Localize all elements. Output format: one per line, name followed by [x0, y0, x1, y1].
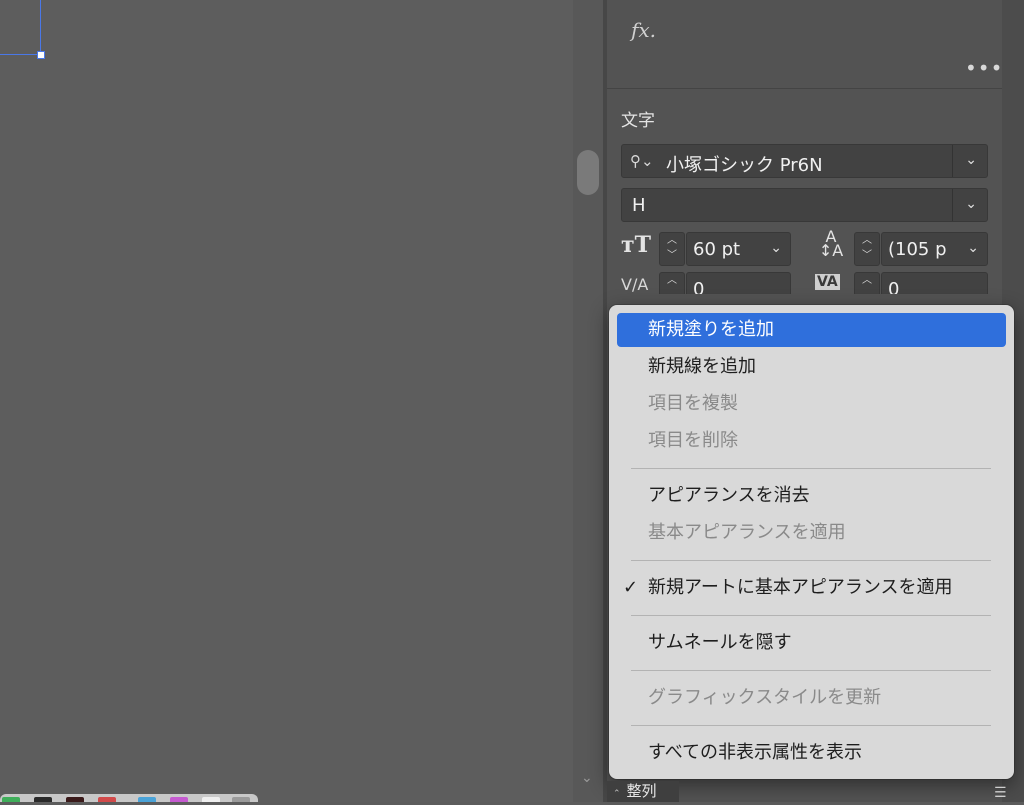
chevron-down-icon[interactable]: ⌄ — [581, 770, 593, 786]
chevron-down-icon[interactable]: ⌄ — [967, 240, 979, 256]
menu-separator — [631, 615, 991, 616]
font-size-value: 60 pt — [693, 239, 741, 260]
chevron-down-icon[interactable]: ⌄ — [965, 152, 977, 168]
character-section-title: 文字 — [621, 111, 655, 131]
font-style-select[interactable]: H ⌄ — [621, 188, 988, 222]
resize-handle[interactable] — [37, 51, 45, 59]
menu-separator — [631, 468, 991, 469]
menu-item-add-fill[interactable]: 新規塗りを追加 — [617, 313, 1006, 347]
tracking-stepper[interactable]: ︿ — [854, 272, 880, 294]
leading-value: (105 p — [888, 239, 947, 260]
menu-separator — [631, 560, 991, 561]
dock-app-icon[interactable] — [98, 797, 116, 802]
menu-item-clear-appearance[interactable]: アピアランスを消去 — [617, 479, 1006, 513]
font-family-select[interactable]: ⚲⌄ 小塚ゴシック Pr6N ⌄ — [621, 144, 988, 178]
chevron-down-icon[interactable]: ⌄ — [770, 240, 782, 256]
font-style-value: H — [632, 195, 646, 216]
more-options-icon[interactable]: ••• — [965, 56, 1003, 80]
expand-icon[interactable]: ⌃ — [613, 789, 621, 799]
scroll-thumb[interactable] — [577, 150, 599, 195]
dock-app-icon[interactable] — [66, 797, 84, 802]
align-panel-tab[interactable]: ⌃ 整列 — [607, 781, 679, 802]
font-family-value: 小塚ゴシック Pr6N — [666, 155, 823, 176]
search-icon[interactable]: ⚲⌄ — [630, 152, 654, 170]
selected-object-bounds[interactable] — [0, 0, 41, 55]
tracking-field[interactable]: 0 — [881, 272, 988, 294]
panel-menu-icon[interactable]: ☰ — [994, 785, 1007, 801]
font-size-icon: тT — [621, 232, 652, 258]
dock-app-icon[interactable] — [34, 797, 52, 802]
dock-app-icon[interactable] — [202, 797, 220, 802]
tracking-value: 0 — [888, 279, 900, 294]
artboard-canvas[interactable] — [0, 0, 573, 802]
menu-item-show-all-hidden[interactable]: すべての非表示属性を表示 — [617, 736, 1006, 770]
dock-app-icon[interactable] — [2, 797, 20, 802]
menu-item-add-stroke[interactable]: 新規線を追加 — [617, 350, 1006, 384]
menu-item-redefine-graphic-style[interactable]: グラフィックスタイルを更新 — [617, 681, 1006, 715]
menu-separator — [631, 670, 991, 671]
canvas-vertical-scrollbar[interactable]: ⌄ — [573, 0, 603, 802]
dock-app-icon[interactable] — [138, 797, 156, 802]
font-size-stepper[interactable]: ︿ ﹀ — [659, 232, 685, 266]
kerning-stepper[interactable]: ︿ — [659, 272, 685, 294]
kerning-value: 0 — [693, 279, 705, 294]
kerning-field[interactable]: 0 — [686, 272, 791, 294]
tracking-icon: VA — [815, 274, 840, 290]
chevron-down-icon[interactable]: ⌄ — [965, 196, 977, 212]
menu-separator — [631, 725, 991, 726]
leading-stepper[interactable]: ︿ ﹀ — [854, 232, 880, 266]
dock — [0, 794, 258, 802]
section-divider — [607, 88, 1002, 89]
menu-item-reduce-to-basic[interactable]: 基本アピアランスを適用 — [617, 516, 1006, 550]
kerning-icon: V/A — [621, 275, 649, 294]
leading-icon: A ↕A — [818, 227, 844, 260]
menu-item-duplicate[interactable]: 項目を複製 — [617, 387, 1006, 421]
menu-item-delete[interactable]: 項目を削除 — [617, 424, 1006, 458]
kerning-row[interactable]: ︿ 0 — [659, 272, 793, 294]
dock-app-icon[interactable] — [232, 797, 250, 802]
leading-field[interactable]: (105 p ⌄ — [881, 232, 988, 266]
menu-item-hide-thumbnails[interactable]: サムネールを隠す — [617, 626, 1006, 660]
tracking-row[interactable]: ︿ 0 — [854, 272, 988, 294]
checkmark-icon: ✓ — [623, 577, 639, 598]
fx-icon[interactable]: fx. — [631, 18, 656, 42]
font-size-field[interactable]: 60 pt ⌄ — [686, 232, 791, 266]
dock-app-icon[interactable] — [170, 797, 188, 802]
menu-item-new-art-basic-appearance[interactable]: ✓ 新規アートに基本アピアランスを適用 — [617, 571, 1006, 605]
appearance-panel-menu: 新規塗りを追加 新規線を追加 項目を複製 項目を削除 アピアランスを消去 基本ア… — [609, 305, 1014, 779]
